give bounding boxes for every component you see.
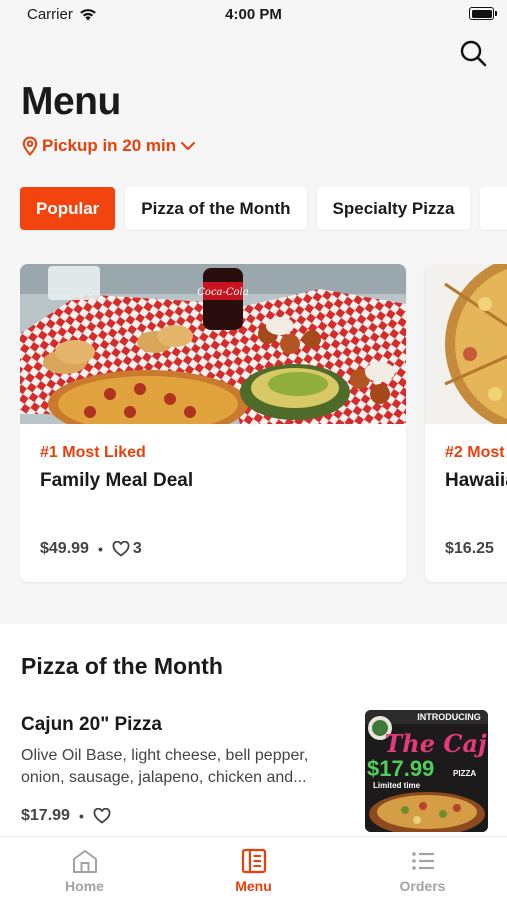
chip-label: Popular [36,198,100,218]
bottom-tab-bar: Home Menu Orders [0,836,507,900]
chip-more[interactable] [480,187,507,230]
pickup-time-selector[interactable]: Pickup in 20 min [22,136,196,156]
item-price: $17.99 [21,807,70,824]
heart-icon[interactable] [93,808,111,824]
item-meta: $17.99 • [21,807,111,825]
separator-dot: • [97,541,103,557]
orders-list-icon [411,852,434,870]
popular-carousel[interactable]: Coca-Cola #1 Most Liked Family Meal Deal… [20,264,507,586]
card-meta: $16.25 [445,540,494,558]
chip-label: Specialty Pizza [332,198,455,218]
card-price: $16.25 [445,540,494,557]
status-bar: Carrier 4:00 PM [0,0,507,28]
pickup-label: Pickup in 20 min [42,136,177,155]
thumb-limited: Limited time [373,781,421,790]
tab-label: Menu [235,878,272,894]
like-count: 3 [132,540,142,557]
menu-book-icon [241,848,266,874]
chip-popular[interactable]: Popular [20,187,116,230]
card-rank: #2 Most Liked [445,444,507,461]
chip-pizza-of-the-month[interactable]: Pizza of the Month [125,187,307,230]
chip-label: Pizza of the Month [141,198,291,218]
card-rank: #1 Most Liked [40,444,146,461]
separator-dot: • [78,808,84,824]
battery-icon [469,7,497,20]
chevron-down-icon [181,142,196,150]
family-meal-photo: Coca-Cola [20,264,406,424]
section-title: Pizza of the Month [21,653,223,679]
heart-icon [112,541,130,557]
card-title: Hawaiian Pizza [445,470,507,491]
item-description: Olive Oil Base, light cheese, bell peppe… [21,747,309,786]
page-title: Menu [21,80,121,123]
search-icon [460,40,487,67]
thumb-price: $17.99 [367,756,434,781]
svg-text:Coca-Cola: Coca-Cola [197,287,248,298]
card-meta: $49.99 • 3 [40,540,142,558]
status-time: 4:00 PM [225,6,282,23]
home-icon [72,850,97,873]
tab-home[interactable]: Home [0,837,169,900]
card-price: $49.99 [40,540,89,557]
thumb-top-text: INTRODUCING [417,712,481,722]
item-name: Cajun 20" Pizza [21,714,162,735]
tab-label: Home [65,878,104,894]
category-chips: Popular Pizza of the Month Specialty Piz… [20,187,507,231]
popular-card[interactable]: #2 Most Liked Hawaiian Pizza $16.25 [425,264,507,582]
thumb-script-text: The Cajun [384,729,488,758]
popular-card[interactable]: Coca-Cola #1 Most Liked Family Meal Deal… [20,264,406,582]
chip-specialty-pizza[interactable]: Specialty Pizza [316,187,471,230]
location-pin-icon [22,136,38,156]
search-button[interactable] [458,38,488,68]
tab-label: Orders [399,878,446,894]
thumb-pizza: PIZZA [453,769,476,778]
tab-menu[interactable]: Menu [169,837,338,900]
like-button[interactable]: 3 [112,540,142,558]
hawaiian-pizza-photo [425,264,507,424]
card-title: Family Meal Deal [40,470,194,491]
tab-orders[interactable]: Orders [338,837,507,900]
cajun-pizza-thumbnail: INTRODUCING The Cajun $17.99 Limited tim… [365,710,488,832]
